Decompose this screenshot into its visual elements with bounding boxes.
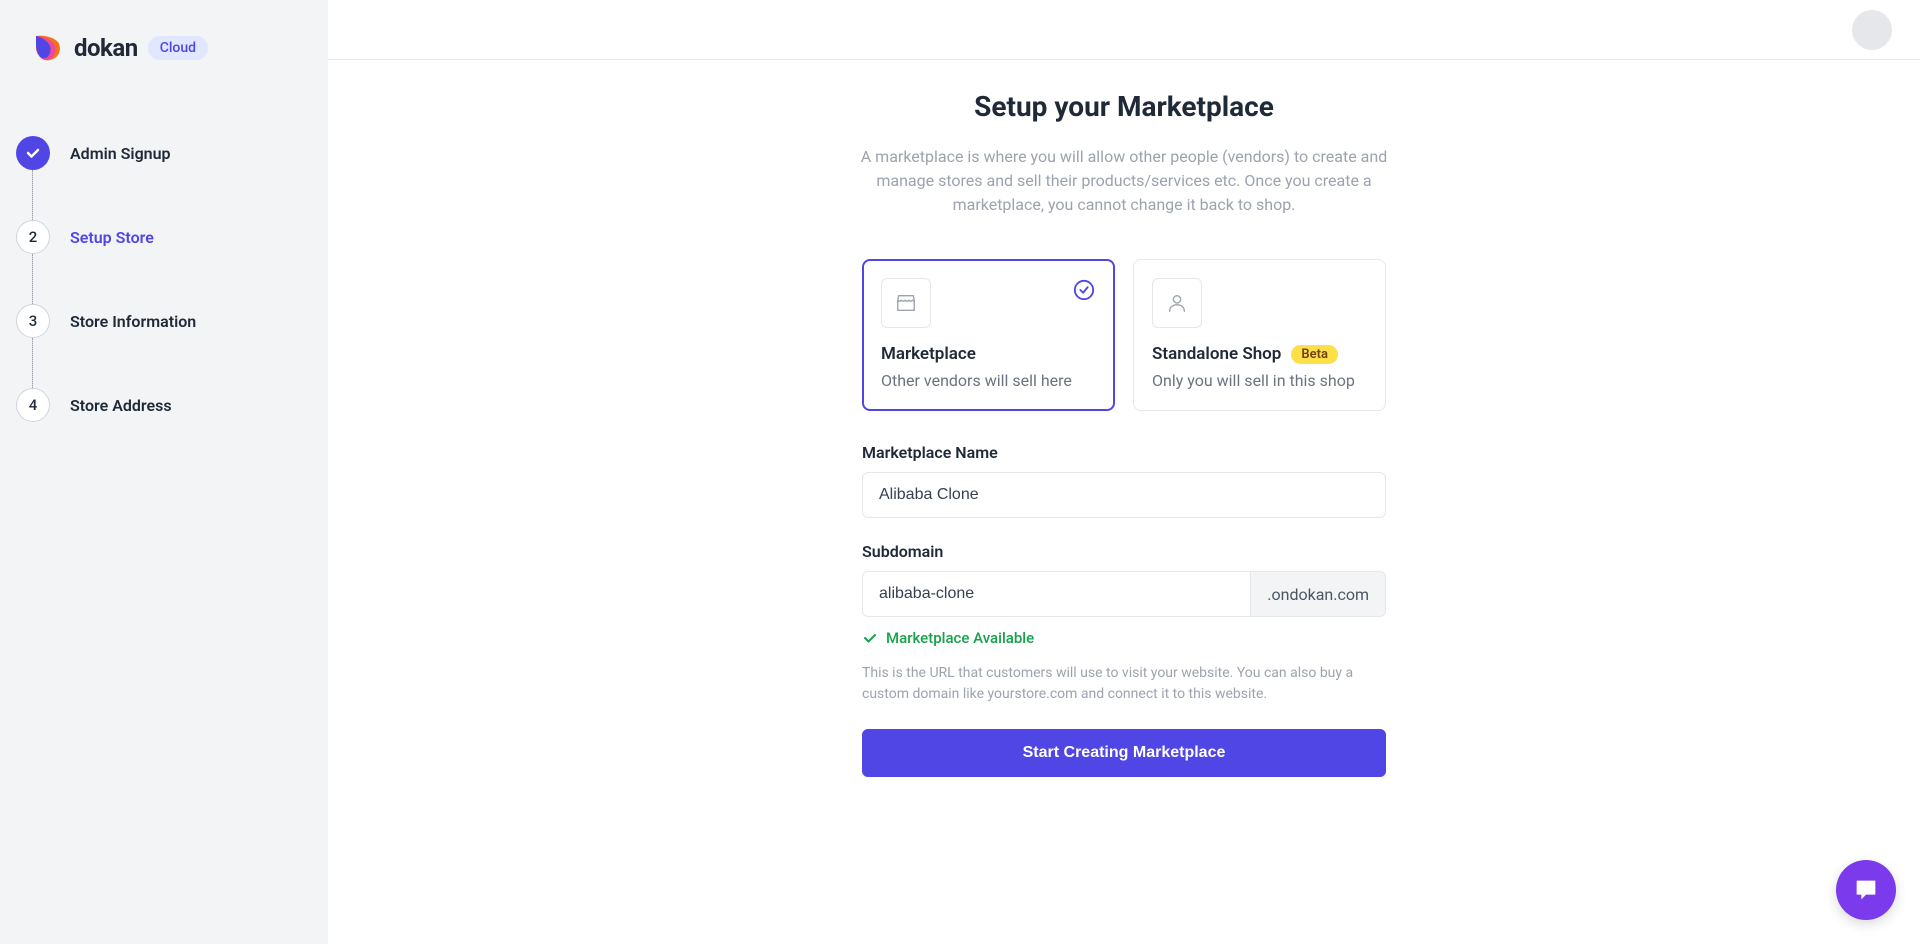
step-label: Store Address (70, 396, 172, 415)
step-store-address: 4 Store Address (16, 388, 312, 422)
chat-button[interactable] (1836, 860, 1896, 920)
card-icon-box (1152, 278, 1202, 328)
check-icon (862, 630, 878, 646)
step-connector (32, 338, 33, 390)
availability-text: Marketplace Available (886, 629, 1034, 647)
form-area: Marketplace Other vendors will sell here (862, 259, 1386, 777)
step-indicator-completed (16, 136, 50, 170)
step-indicator-upcoming: 4 (16, 388, 50, 422)
subdomain-label: Subdomain (862, 542, 1386, 561)
step-indicator-upcoming: 3 (16, 304, 50, 338)
marketplace-name-label: Marketplace Name (862, 443, 1386, 462)
brand-name: dokan (74, 34, 138, 62)
marketplace-name-group: Marketplace Name (862, 443, 1386, 518)
logo-area: dokan Cloud (0, 20, 328, 76)
subdomain-input[interactable] (862, 571, 1250, 617)
standalone-shop-card[interactable]: Standalone Shop Beta Only you will sell … (1133, 259, 1386, 411)
store-type-cards: Marketplace Other vendors will sell here (862, 259, 1386, 411)
step-label: Admin Signup (70, 144, 171, 163)
card-title: Marketplace (881, 344, 976, 364)
subdomain-suffix: .ondokan.com (1250, 571, 1386, 617)
check-icon (25, 145, 41, 161)
card-title: Standalone Shop (1152, 344, 1281, 364)
step-setup-store: 2 Setup Store (16, 220, 312, 254)
selected-check-icon (1073, 279, 1095, 305)
dokan-logo-icon (32, 32, 64, 64)
subdomain-help-text: This is the URL that customers will use … (862, 663, 1386, 705)
start-creating-button[interactable]: Start Creating Marketplace (862, 729, 1386, 777)
main-content: Setup your Marketplace A marketplace is … (328, 0, 1920, 944)
step-connector (32, 254, 33, 306)
step-label: Setup Store (70, 228, 154, 247)
step-admin-signup: Admin Signup (16, 136, 312, 170)
store-icon (895, 292, 917, 314)
marketplace-name-input[interactable] (862, 472, 1386, 518)
marketplace-card[interactable]: Marketplace Other vendors will sell here (862, 259, 1115, 411)
subdomain-row: .ondokan.com (862, 571, 1386, 617)
sidebar: dokan Cloud Admin Signup 2 Setup Store 3 (0, 0, 328, 944)
step-store-information: 3 Store Information (16, 304, 312, 338)
cloud-badge: Cloud (148, 36, 208, 60)
step-label: Store Information (70, 312, 196, 331)
card-description: Only you will sell in this shop (1152, 370, 1367, 392)
top-bar (328, 0, 1920, 60)
beta-badge: Beta (1291, 345, 1338, 364)
avatar[interactable] (1852, 10, 1892, 50)
card-icon-box (881, 278, 931, 328)
content-area: Setup your Marketplace A marketplace is … (328, 60, 1920, 944)
chat-icon (1852, 876, 1880, 904)
page-description: A marketplace is where you will allow ot… (844, 145, 1404, 217)
user-icon (1166, 292, 1188, 314)
subdomain-group: Subdomain .ondokan.com Marketplace Avail… (862, 542, 1386, 705)
step-connector (32, 170, 33, 222)
page-title: Setup your Marketplace (974, 90, 1274, 123)
step-indicator-current: 2 (16, 220, 50, 254)
card-description: Other vendors will sell here (881, 370, 1096, 392)
steps-list: Admin Signup 2 Setup Store 3 Store Infor… (0, 76, 328, 422)
availability-status: Marketplace Available (862, 629, 1386, 647)
